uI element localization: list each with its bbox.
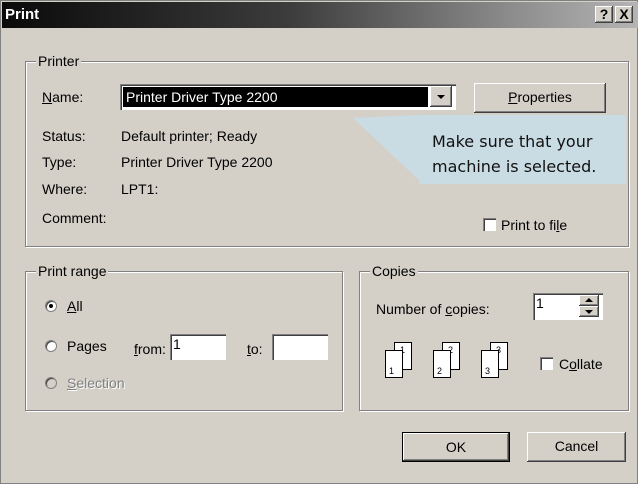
print-range-group-label: Print range bbox=[36, 263, 109, 279]
where-label: Where: bbox=[42, 181, 88, 197]
collate-label[interactable]: Collate bbox=[559, 356, 603, 372]
print-dialog: Print ? X Printer Name: Printer Driver T… bbox=[0, 0, 638, 484]
status-value: Default printer; Ready bbox=[121, 128, 258, 144]
cancel-button[interactable]: Cancel bbox=[527, 432, 626, 462]
radio-all-label[interactable]: All bbox=[67, 298, 83, 314]
radio-pages[interactable] bbox=[45, 340, 57, 352]
type-value: Printer Driver Type 2200 bbox=[121, 154, 273, 170]
collate-page-icon: 2 bbox=[433, 350, 451, 378]
printer-group-label: Printer bbox=[36, 53, 82, 69]
chevron-down-icon bbox=[437, 94, 445, 99]
from-label: from: bbox=[134, 341, 166, 357]
where-value: LPT1: bbox=[121, 181, 159, 197]
to-input[interactable] bbox=[272, 334, 328, 360]
callout-line-2: machine is selected. bbox=[432, 157, 597, 176]
copies-up-button[interactable] bbox=[579, 295, 599, 306]
copies-spinner[interactable]: 1 bbox=[533, 293, 603, 320]
copies-group: Copies bbox=[359, 263, 629, 411]
help-button[interactable]: ? bbox=[595, 6, 613, 23]
properties-button[interactable]: Properties bbox=[474, 83, 606, 113]
copies-down-button[interactable] bbox=[579, 306, 599, 317]
chevron-up-icon bbox=[585, 298, 593, 302]
name-label: Name: bbox=[42, 89, 84, 105]
collate-page-icon: 3 bbox=[481, 350, 499, 378]
copies-group-label: Copies bbox=[370, 263, 418, 279]
title-bar[interactable]: Print ? X bbox=[2, 2, 638, 28]
number-of-copies-label: Number of copies: bbox=[376, 301, 490, 317]
print-to-file-label[interactable]: Print to file bbox=[501, 217, 567, 233]
to-label: to: bbox=[247, 341, 263, 357]
ok-button[interactable]: OK bbox=[402, 432, 510, 462]
callout-line-1: Make sure that your bbox=[432, 132, 593, 151]
print-to-file-checkbox[interactable] bbox=[483, 218, 496, 231]
comment-label: Comment: bbox=[42, 210, 107, 226]
printer-name-value: Printer Driver Type 2200 bbox=[123, 87, 428, 107]
window-title: Print bbox=[5, 6, 40, 23]
close-button[interactable]: X bbox=[615, 6, 633, 23]
radio-selection-label[interactable]: Selection bbox=[67, 375, 125, 391]
radio-pages-label[interactable]: Pages bbox=[67, 338, 107, 354]
radio-all[interactable] bbox=[45, 300, 57, 312]
type-label: Type: bbox=[42, 154, 77, 170]
collate-page-icon: 1 bbox=[385, 350, 403, 378]
printer-name-dropdown-button[interactable] bbox=[430, 86, 452, 107]
chevron-down-icon bbox=[585, 310, 593, 314]
radio-selection[interactable] bbox=[45, 377, 57, 389]
from-input[interactable]: 1 bbox=[170, 334, 226, 360]
printer-name-select[interactable]: Printer Driver Type 2200 bbox=[120, 84, 456, 110]
callout-box: Make sure that your machine is selected. bbox=[419, 115, 626, 184]
status-label: Status: bbox=[42, 128, 86, 144]
copies-value: 1 bbox=[536, 295, 544, 311]
collate-checkbox[interactable] bbox=[540, 357, 553, 370]
